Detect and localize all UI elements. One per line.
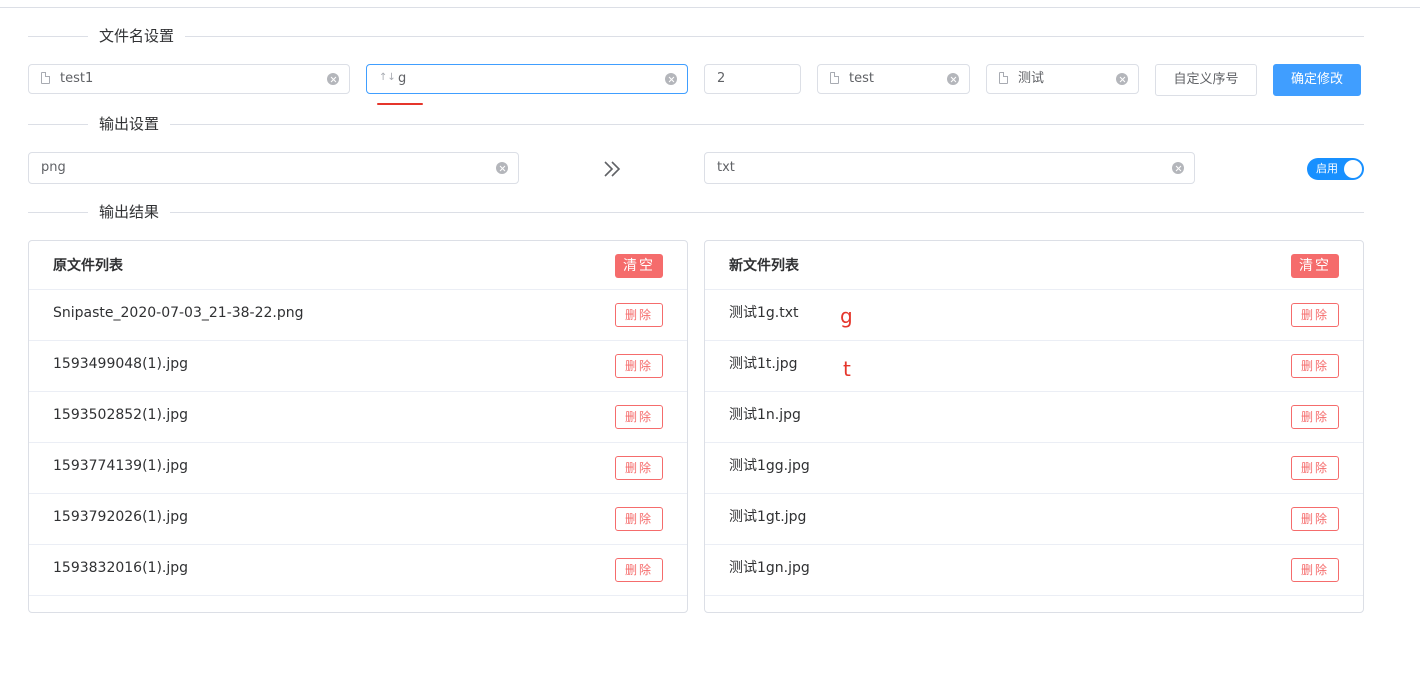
file-name: 1593499048(1).jpg	[53, 356, 189, 372]
list-item: 测试1gg.jpg 删除	[705, 443, 1363, 494]
document-icon	[999, 72, 1008, 84]
file-name: 1593832016(1).jpg	[53, 560, 189, 576]
clear-icon[interactable]	[496, 162, 508, 174]
new-file-list-card: 新文件列表 清空 测试1g.txt 删除 测试1t.jpg 删除 测试1n.jp…	[704, 240, 1364, 613]
source-ext-input[interactable]: png	[28, 152, 519, 184]
double-chevron-right-icon	[604, 161, 621, 177]
file-name: 测试1gt.jpg	[729, 509, 807, 525]
prefix-value: test	[849, 71, 874, 86]
file-name: 1593774139(1).jpg	[53, 458, 189, 474]
delete-button[interactable]: 删除	[1291, 456, 1339, 480]
file-name: 测试1gg.jpg	[729, 458, 810, 474]
output-settings-divider: 输出设置	[28, 114, 1364, 134]
delete-button[interactable]: 删除	[615, 558, 663, 582]
delete-button[interactable]: 删除	[1291, 354, 1339, 378]
output-results-divider: 输出结果	[28, 202, 1364, 222]
sort-field-value: g	[398, 71, 407, 86]
list-item: Snipaste_2020-07-03_21-38-22.png 删除	[29, 290, 687, 341]
file-name: 测试1n.jpg	[729, 407, 801, 423]
toggle-knob	[1344, 160, 1362, 178]
list-item: 测试1gt.jpg 删除	[705, 494, 1363, 545]
delete-button[interactable]: 删除	[1291, 507, 1339, 531]
target-ext-value: txt	[717, 160, 735, 175]
list-item: 测试1t.jpg 删除	[705, 341, 1363, 392]
annotation-g: g	[840, 304, 853, 328]
delete-button[interactable]: 删除	[615, 456, 663, 480]
list-item: 1593499048(1).jpg 删除	[29, 341, 687, 392]
clear-icon[interactable]	[327, 73, 339, 85]
suffix-input[interactable]: 测试	[986, 64, 1139, 94]
card-header: 原文件列表 清空	[29, 241, 687, 290]
new-list-title: 新文件列表	[729, 258, 799, 274]
output-results-title: 输出结果	[88, 202, 171, 222]
list-item: 1593774139(1).jpg 删除	[29, 443, 687, 494]
file-name: Snipaste_2020-07-03_21-38-22.png	[53, 305, 304, 321]
enable-toggle-label: 启用	[1316, 162, 1338, 175]
clear-icon[interactable]	[665, 73, 677, 85]
file-name: 1593502852(1).jpg	[53, 407, 189, 423]
original-file-list-card: 原文件列表 清空 Snipaste_2020-07-03_21-38-22.pn…	[28, 240, 688, 613]
file-name: 测试1t.jpg	[729, 356, 798, 372]
list-item: 测试1g.txt 删除	[705, 290, 1363, 341]
delete-button[interactable]: 删除	[615, 507, 663, 531]
enable-toggle[interactable]: 启用	[1307, 158, 1364, 180]
delete-button[interactable]: 删除	[615, 354, 663, 378]
clear-original-button[interactable]: 清空	[615, 254, 663, 278]
list-item: 1593502852(1).jpg 删除	[29, 392, 687, 443]
output-settings-title: 输出设置	[88, 114, 171, 134]
file-name: 测试1g.txt	[729, 305, 799, 321]
start-number-input[interactable]: 2	[704, 64, 801, 94]
target-ext-input[interactable]: txt	[704, 152, 1195, 184]
list-item: 1593792026(1).jpg 删除	[29, 494, 687, 545]
card-header: 新文件列表 清空	[705, 241, 1363, 290]
file-name: 测试1gn.jpg	[729, 560, 810, 576]
annotation-underline	[377, 103, 423, 105]
base-name-input[interactable]: test1	[28, 64, 350, 94]
list-item: 测试1n.jpg 删除	[705, 392, 1363, 443]
prefix-input[interactable]: test	[817, 64, 970, 94]
list-item: 测试1gn.jpg 删除	[705, 545, 1363, 596]
clear-icon[interactable]	[1172, 162, 1184, 174]
sort-field-input[interactable]: ↑↓ g	[366, 64, 688, 94]
suffix-value: 测试	[1018, 71, 1045, 86]
clear-icon[interactable]	[1116, 73, 1128, 85]
confirm-button[interactable]: 确定修改	[1273, 64, 1361, 96]
filename-settings-divider: 文件名设置	[28, 26, 1364, 46]
delete-button[interactable]: 删除	[615, 405, 663, 429]
filename-settings-title: 文件名设置	[88, 26, 186, 46]
custom-sequence-button[interactable]: 自定义序号	[1155, 64, 1257, 96]
delete-button[interactable]: 删除	[615, 303, 663, 327]
base-name-value: test1	[60, 71, 94, 86]
sort-icon: ↑↓	[379, 72, 396, 83]
top-border-line	[0, 7, 1420, 8]
clear-icon[interactable]	[947, 73, 959, 85]
original-list-title: 原文件列表	[53, 258, 123, 274]
delete-button[interactable]: 删除	[1291, 405, 1339, 429]
document-icon	[830, 72, 839, 84]
file-name: 1593792026(1).jpg	[53, 509, 189, 525]
list-item: 1593832016(1).jpg 删除	[29, 545, 687, 596]
annotation-t: t	[843, 357, 851, 381]
delete-button[interactable]: 删除	[1291, 303, 1339, 327]
document-icon	[41, 72, 50, 84]
clear-new-button[interactable]: 清空	[1291, 254, 1339, 278]
source-ext-value: png	[41, 160, 66, 175]
start-number-value: 2	[717, 71, 726, 86]
delete-button[interactable]: 删除	[1291, 558, 1339, 582]
